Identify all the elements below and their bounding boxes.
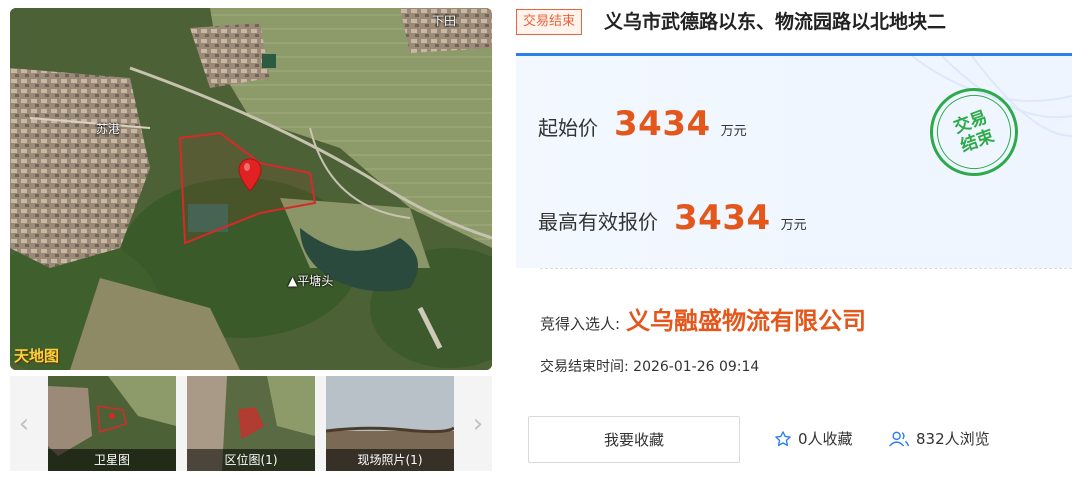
map-place-label: ▲平塘头	[288, 274, 334, 288]
thumbnail-strip: ‹ 卫星图 区位图(1) 现场照片(1) ›	[10, 376, 492, 471]
chevron-right-icon[interactable]: ›	[464, 376, 492, 471]
thumbnail-caption: 区位图(1)	[187, 449, 315, 471]
favorites-count: 0人收藏	[798, 430, 853, 448]
winner-row: 竞得入选人: 义乌融盛物流有限公司	[540, 301, 866, 336]
chevron-left-icon[interactable]: ‹	[10, 376, 38, 471]
thumbnail-location[interactable]: 区位图(1)	[187, 376, 315, 471]
thumbnail-site-photo[interactable]: 现场照片(1)	[326, 376, 454, 471]
users-icon	[889, 431, 910, 447]
max-bid-unit: 万元	[780, 218, 807, 233]
views-stat: 832人浏览	[888, 428, 990, 449]
thumbnail-satellite[interactable]: 卫星图	[48, 376, 176, 471]
start-price-label: 起始价	[538, 116, 598, 140]
max-bid-value: 3434	[674, 198, 771, 238]
favorites-stat[interactable]: 0人收藏	[774, 428, 853, 449]
thumbnail-caption: 卫星图	[48, 449, 176, 471]
end-time: 交易结束时间: 2026-01-26 09:14	[540, 359, 760, 375]
map-place-label: 下田	[432, 14, 457, 28]
winner-label: 竞得入选人:	[540, 315, 621, 333]
map-place-label: 苏港	[96, 122, 121, 136]
map-marker-icon[interactable]	[238, 158, 262, 192]
satellite-map[interactable]: 苏港 下田 ▲平塘头 天地图	[10, 8, 492, 370]
price-panel: 起始价 3434 万元 最高有效报价 3434 万元 交易 结束	[516, 53, 1072, 268]
page-title: 义乌市武德路以东、物流园路以北地块二	[604, 11, 947, 33]
favorite-button[interactable]: 我要收藏	[528, 416, 740, 463]
star-icon	[775, 430, 791, 446]
start-price-unit: 万元	[720, 124, 747, 139]
max-bid-label: 最高有效报价	[538, 210, 658, 234]
start-price-row: 起始价 3434 万元	[538, 104, 747, 144]
max-bid-row: 最高有效报价 3434 万元	[538, 198, 807, 238]
thumbnail-caption: 现场照片(1)	[326, 449, 454, 471]
views-count: 832人浏览	[916, 430, 990, 448]
map-logo: 天地图	[14, 347, 60, 365]
start-price-value: 3434	[614, 104, 711, 144]
divider	[540, 268, 1072, 269]
winner-name: 义乌融盛物流有限公司	[626, 307, 867, 335]
status-badge: 交易结束	[516, 9, 583, 35]
